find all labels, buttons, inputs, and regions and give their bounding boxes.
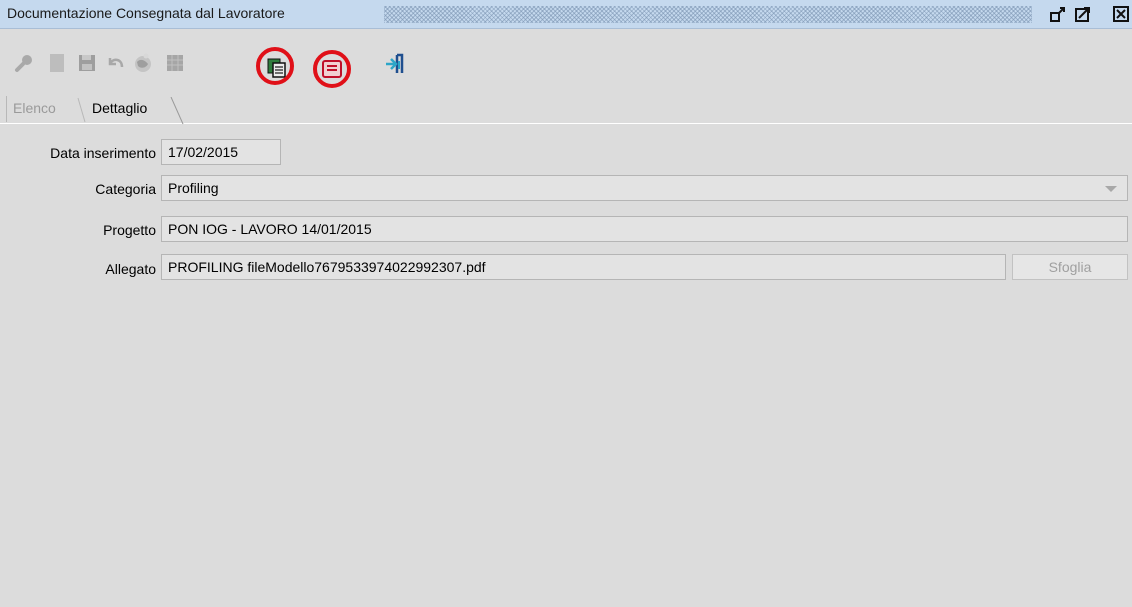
window-titlebar: Documentazione Consegnata dal Lavoratore (0, 0, 1132, 29)
sfoglia-button-label: Sfoglia (1048, 259, 1092, 275)
tab-dettaglio-edge (170, 97, 184, 125)
sfoglia-button[interactable]: Sfoglia (1012, 254, 1128, 280)
tab-elenco[interactable]: Elenco (6, 96, 62, 122)
data-inserimento-value: 17/02/2015 (168, 144, 239, 160)
new-document-icon[interactable] (46, 52, 68, 74)
tab-dettaglio-label: Dettaglio (92, 100, 148, 116)
undo-icon[interactable] (104, 52, 126, 74)
progetto-label: Progetto (103, 222, 156, 238)
tab-bar: Elenco Dettaglio (0, 95, 1132, 125)
progetto-value: PON IOG - LAVORO 14/01/2015 (168, 221, 372, 237)
categoria-label: Categoria (95, 181, 156, 197)
progetto-field[interactable]: PON IOG - LAVORO 14/01/2015 (161, 216, 1128, 242)
categoria-value: Profiling (168, 180, 219, 196)
globe-icon[interactable] (132, 52, 154, 74)
tab-dettaglio[interactable]: Dettaglio (86, 96, 154, 122)
allegato-value: PROFILING fileModello7679533974022992307… (168, 259, 486, 275)
allegato-field[interactable]: PROFILING fileModello7679533974022992307… (161, 254, 1006, 280)
highlight-circle-copy (256, 47, 294, 85)
allegato-label: Allegato (105, 261, 156, 277)
data-inserimento-label: Data inserimento (50, 145, 156, 161)
highlight-circle-pdf (313, 50, 351, 88)
data-inserimento-field[interactable]: 17/02/2015 (161, 139, 281, 165)
chevron-down-icon[interactable] (1105, 186, 1117, 192)
search-icon[interactable] (14, 52, 36, 74)
delete-icon[interactable] (164, 52, 186, 74)
save-icon[interactable] (76, 52, 98, 74)
categoria-select[interactable]: Profiling (161, 175, 1128, 201)
titlebar-drag-area[interactable] (384, 6, 1032, 23)
window-title: Documentazione Consegnata dal Lavoratore (7, 5, 285, 21)
restore-icon[interactable] (1050, 6, 1066, 22)
tab-elenco-label: Elenco (13, 100, 56, 116)
maximize-icon[interactable] (1075, 6, 1091, 22)
exit-icon[interactable] (384, 53, 406, 75)
close-icon[interactable] (1113, 6, 1129, 22)
